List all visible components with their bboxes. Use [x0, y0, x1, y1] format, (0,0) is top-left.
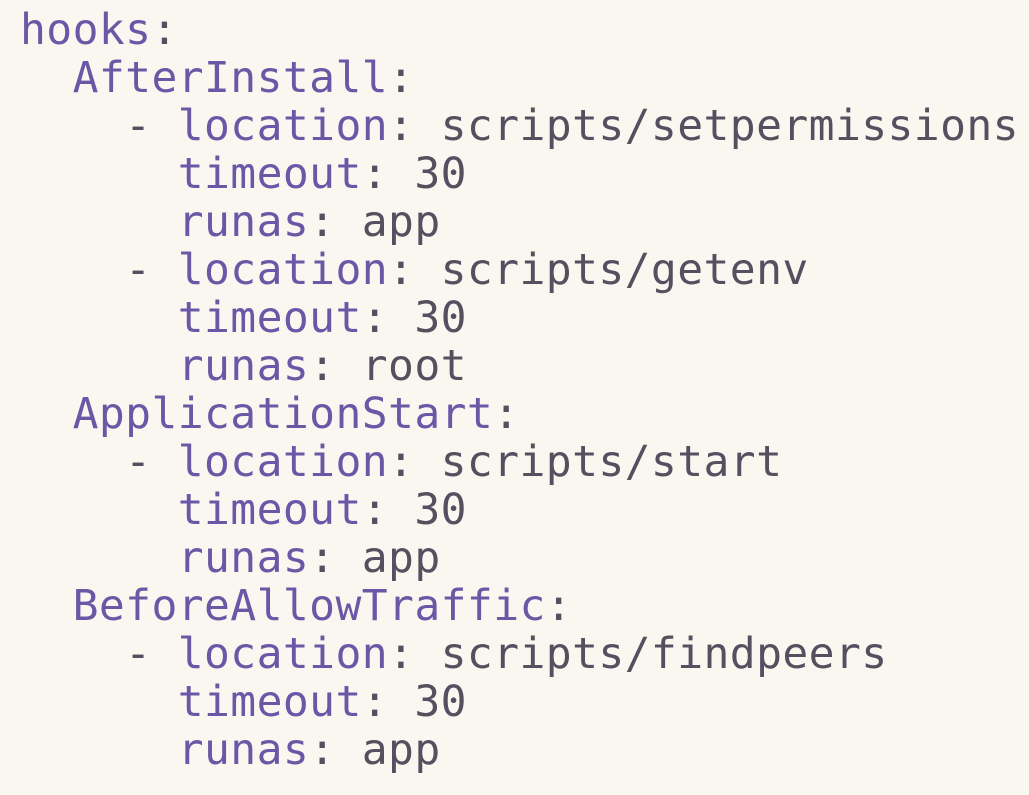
- runas-key: runas: [177, 341, 310, 391]
- code-line-runas: runas: root: [177, 341, 467, 391]
- code-line-timeout: timeout: 30: [177, 149, 467, 199]
- runas-key: runas: [177, 725, 310, 775]
- timeout-value: 30: [414, 293, 467, 343]
- code-line-runas: runas: app: [177, 197, 441, 247]
- location-key: location: [177, 101, 389, 151]
- hook-name: AfterInstall: [72, 53, 389, 103]
- timeout-key: timeout: [177, 293, 362, 343]
- hook-name: BeforeAllowTraffic: [72, 581, 546, 631]
- code-line-root: hooks:: [20, 5, 178, 55]
- location-key: location: [177, 629, 389, 679]
- runas-value: root: [361, 341, 467, 391]
- runas-value: app: [361, 533, 441, 583]
- location-value: scripts/start: [440, 437, 783, 487]
- location-value: scripts/findpeers: [440, 629, 888, 679]
- timeout-key: timeout: [177, 677, 362, 727]
- runas-value: app: [361, 725, 441, 775]
- location-key: location: [177, 245, 389, 295]
- runas-key: runas: [177, 197, 310, 247]
- code-line-runas: runas: app: [177, 533, 441, 583]
- timeout-key: timeout: [177, 149, 362, 199]
- yaml-code-block: hooks: AfterInstall: - location: scripts…: [20, 6, 1019, 774]
- location-key: location: [177, 437, 389, 487]
- timeout-key: timeout: [177, 485, 362, 535]
- code-line-hook: BeforeAllowTraffic:: [72, 581, 573, 631]
- hook-name: ApplicationStart: [72, 389, 494, 439]
- code-line-hook: ApplicationStart:: [72, 389, 520, 439]
- code-line-location: - location: scripts/start: [125, 437, 783, 487]
- timeout-value: 30: [414, 485, 467, 535]
- timeout-value: 30: [414, 677, 467, 727]
- code-line-location: - location: scripts/setpermissions: [125, 101, 1019, 151]
- code-line-timeout: timeout: 30: [177, 293, 467, 343]
- location-value: scripts/getenv: [440, 245, 809, 295]
- runas-key: runas: [177, 533, 310, 583]
- code-line-location: - location: scripts/findpeers: [125, 629, 888, 679]
- location-value: scripts/setpermissions: [440, 101, 1019, 151]
- runas-value: app: [361, 197, 441, 247]
- timeout-value: 30: [414, 149, 467, 199]
- code-line-runas: runas: app: [177, 725, 441, 775]
- root-key: hooks: [20, 5, 152, 55]
- code-line-timeout: timeout: 30: [177, 677, 467, 727]
- code-line-timeout: timeout: 30: [177, 485, 467, 535]
- code-line-hook: AfterInstall:: [72, 53, 415, 103]
- code-line-location: - location: scripts/getenv: [125, 245, 809, 295]
